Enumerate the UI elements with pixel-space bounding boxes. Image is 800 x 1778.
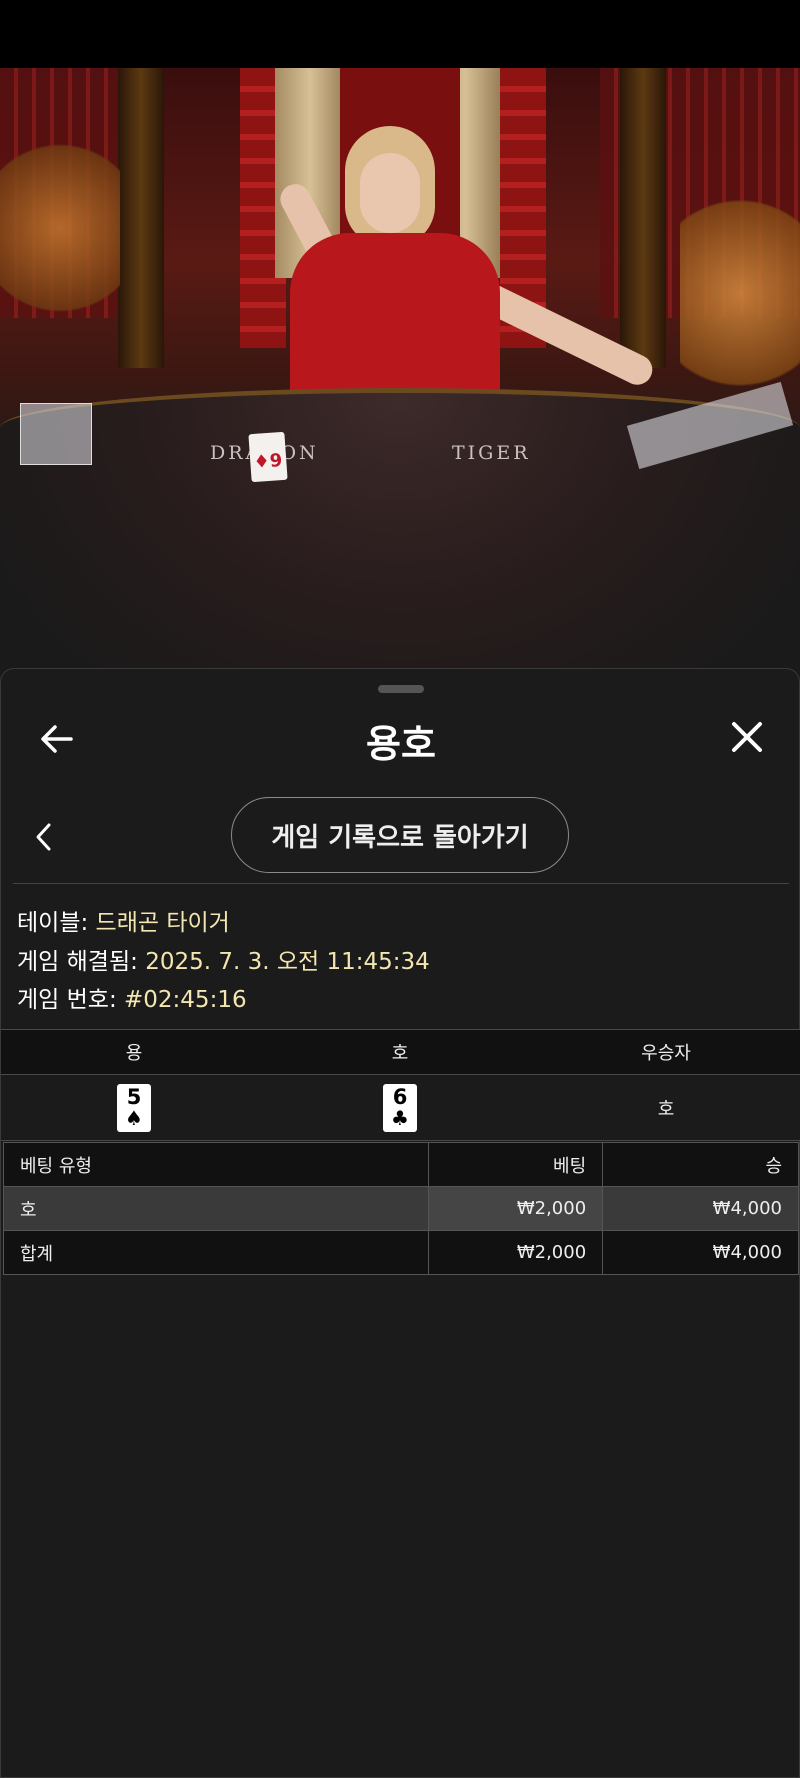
info-resolved-label: 게임 해결됨: bbox=[17, 949, 138, 975]
drag-handle[interactable] bbox=[378, 685, 424, 693]
dragon-card-rank: 5 bbox=[126, 1085, 142, 1109]
result-table: 용 호 우승자 5 ♠ 6 ♣ 호 bbox=[1, 1029, 800, 1141]
divider bbox=[13, 883, 789, 884]
tiger-statue bbox=[680, 178, 800, 408]
header-bet: 베팅 bbox=[428, 1142, 604, 1187]
bet-amount-cell: ₩2,000 bbox=[428, 1186, 604, 1231]
table-row: 호 ₩2,000 ₩4,000 bbox=[2, 1186, 799, 1231]
dealer-face bbox=[360, 153, 420, 233]
header-dragon: 용 bbox=[125, 1043, 143, 1064]
live-video-stream: DRAGON TIGER ♦9 bbox=[0, 68, 800, 708]
table-label-tiger: TIGER bbox=[452, 442, 531, 464]
win-amount-cell: ₩4,000 bbox=[602, 1186, 799, 1231]
pillar-right bbox=[620, 68, 666, 368]
tiger-card: 6 ♣ bbox=[383, 1083, 417, 1132]
header-winner: 우승자 bbox=[641, 1043, 691, 1064]
info-number-value: #02:45:16 bbox=[124, 987, 247, 1013]
info-resolved: 게임 해결됨: 2025. 7. 3. 오전 11:45:34 bbox=[17, 942, 430, 976]
back-to-history-button[interactable]: 게임 기록으로 돌아가기 bbox=[231, 797, 569, 873]
info-table: 테이블: 드래곤 타이거 bbox=[17, 903, 230, 937]
pillar-left bbox=[118, 68, 164, 368]
dragon-card-cell: 5 ♠ bbox=[1, 1075, 267, 1140]
header-bet-type: 베팅 유형 bbox=[2, 1142, 430, 1187]
winner-value: 호 bbox=[657, 1098, 675, 1120]
total-win: ₩4,000 bbox=[602, 1230, 799, 1275]
tiger-card-cell: 6 ♣ bbox=[267, 1075, 533, 1140]
close-icon[interactable] bbox=[727, 717, 767, 757]
result-header-row: 용 호 우승자 bbox=[1, 1029, 800, 1075]
club-icon: ♣ bbox=[391, 1106, 409, 1130]
table-playing-card: ♦9 bbox=[248, 431, 288, 483]
total-bet: ₩2,000 bbox=[428, 1230, 604, 1275]
info-resolved-value: 2025. 7. 3. 오전 11:45:34 bbox=[145, 949, 430, 975]
bets-table: 베팅 유형 베팅 승 호 ₩2,000 ₩4,000 합계 ₩2,000 ₩4,… bbox=[2, 1142, 799, 1275]
game-details-sheet: 용호 게임 기록으로 돌아가기 테이블: 드래곤 타이거 게임 해결됨: 202… bbox=[0, 668, 800, 1778]
bets-header-row: 베팅 유형 베팅 승 bbox=[2, 1142, 799, 1187]
page-title: 용호 bbox=[366, 722, 436, 766]
status-bar bbox=[0, 0, 800, 68]
chevron-left-icon[interactable] bbox=[29, 817, 59, 857]
header-tiger: 호 bbox=[391, 1043, 409, 1064]
dragon-statue bbox=[0, 128, 120, 328]
result-row: 5 ♠ 6 ♣ 호 bbox=[1, 1075, 800, 1141]
header-win: 승 bbox=[602, 1142, 799, 1187]
info-table-label: 테이블: bbox=[17, 910, 89, 936]
dragon-card: 5 ♠ bbox=[117, 1083, 151, 1132]
card-holder bbox=[20, 403, 92, 465]
spade-icon: ♠ bbox=[125, 1106, 143, 1130]
bet-type-cell: 호 bbox=[2, 1186, 430, 1231]
total-label: 합계 bbox=[2, 1230, 430, 1275]
table-card-rank: 9 bbox=[269, 450, 284, 472]
tiger-card-rank: 6 bbox=[392, 1085, 408, 1109]
info-number-label: 게임 번호: bbox=[17, 987, 117, 1013]
info-game-number: 게임 번호: #02:45:16 bbox=[17, 980, 247, 1014]
info-table-value: 드래곤 타이거 bbox=[95, 910, 230, 936]
total-row: 합계 ₩2,000 ₩4,000 bbox=[2, 1230, 799, 1275]
dealer bbox=[290, 233, 500, 403]
